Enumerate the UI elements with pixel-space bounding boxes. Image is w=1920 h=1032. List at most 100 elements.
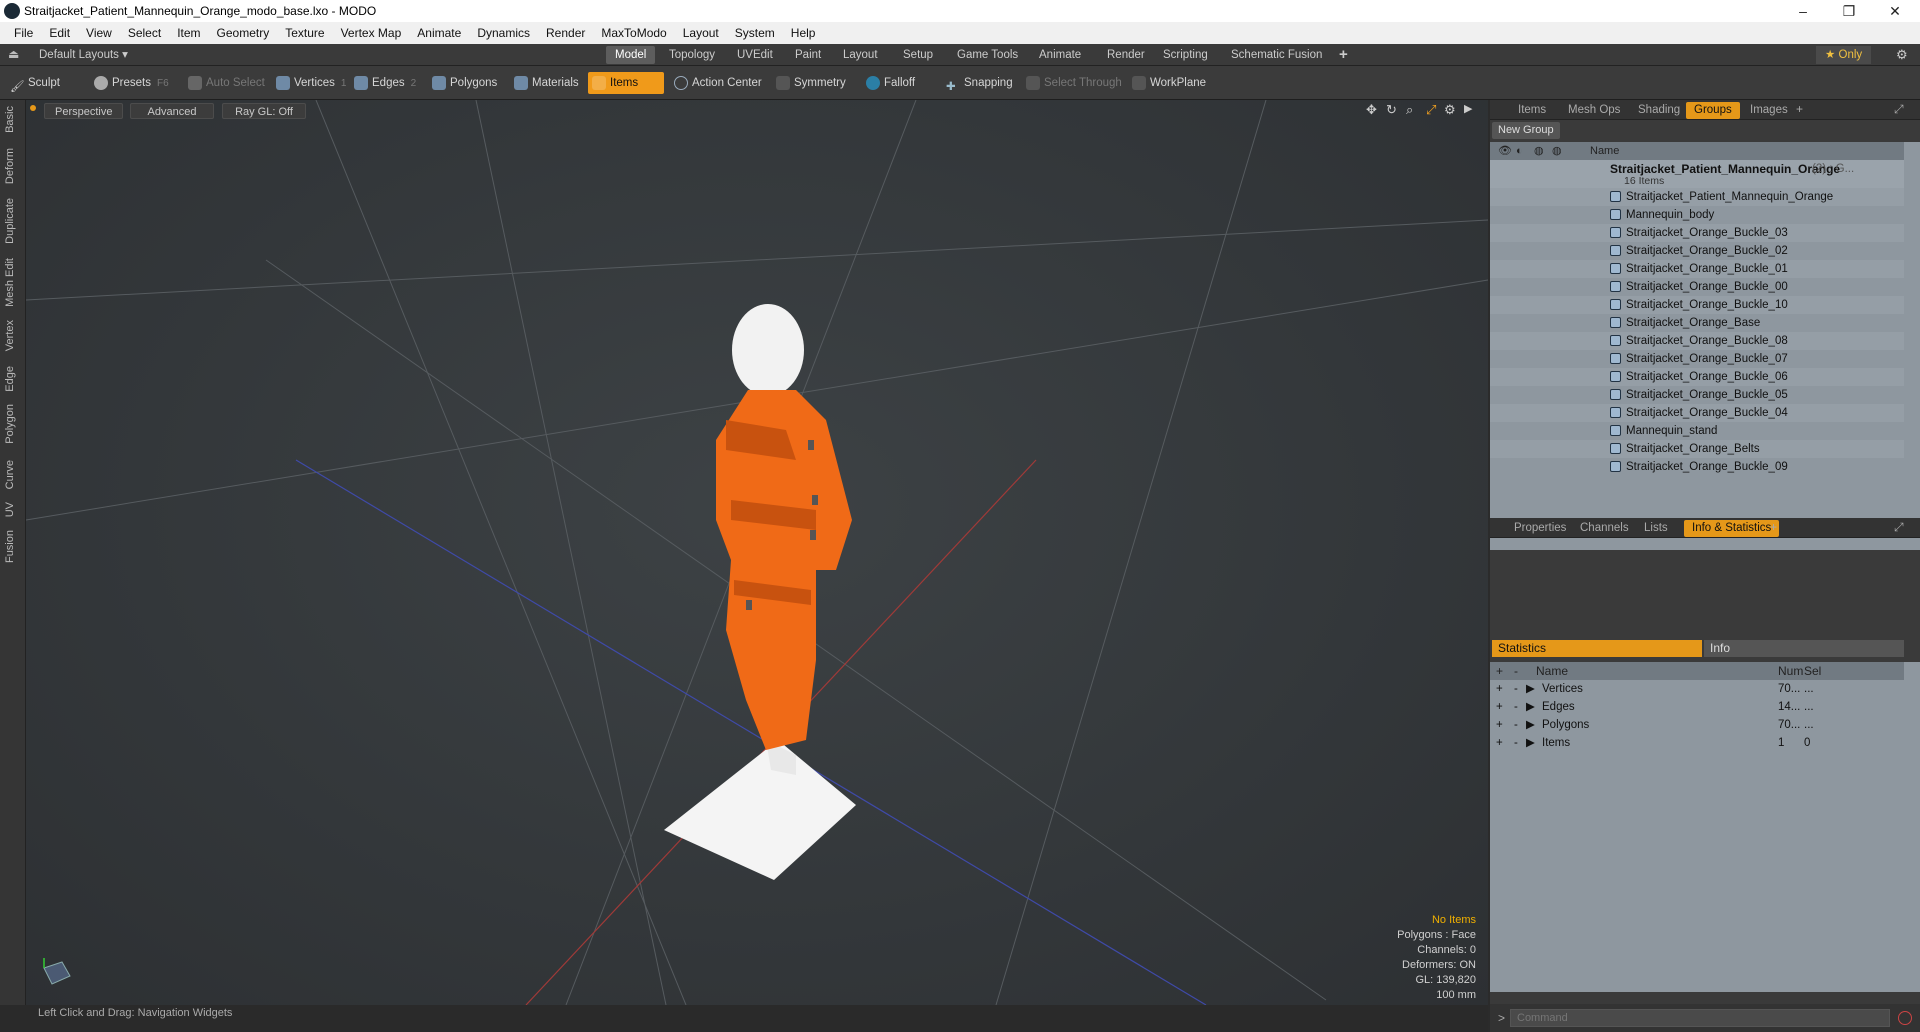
menu-view[interactable]: View xyxy=(78,26,120,40)
menu-geometry[interactable]: Geometry xyxy=(209,26,278,40)
tab-model[interactable]: Model xyxy=(606,46,656,64)
menu-animate[interactable]: Animate xyxy=(409,26,469,40)
collapse-all-icon[interactable]: - xyxy=(1514,662,1518,680)
tab-items[interactable]: Items xyxy=(1510,102,1554,119)
tab-lists[interactable]: Lists xyxy=(1636,520,1676,537)
stats-row[interactable]: + - ▶ Polygons 70...... xyxy=(1490,716,1904,734)
group-item-row[interactable]: Straitjacket_Orange_Buckle_07 xyxy=(1490,350,1904,368)
vtab-duplicate[interactable]: Duplicate xyxy=(4,198,16,244)
tab-topology[interactable]: Topology xyxy=(660,46,724,64)
menu-maxtomodo[interactable]: MaxToModo xyxy=(593,26,674,40)
materials-button[interactable]: Materials xyxy=(510,72,585,94)
tab-mesh-ops[interactable]: Mesh Ops xyxy=(1560,102,1628,119)
tab-images[interactable]: Images xyxy=(1742,102,1796,119)
group-row[interactable]: Straitjacket_Patient_Mannequin_Orange (2… xyxy=(1490,160,1904,188)
stats-disclosure-icon[interactable]: ▶ xyxy=(1526,698,1535,716)
tab-paint[interactable]: Paint xyxy=(786,46,830,64)
expand-all-icon[interactable]: + xyxy=(1496,662,1503,680)
group-item-row[interactable]: Straitjacket_Orange_Buckle_01 xyxy=(1490,260,1904,278)
vtab-mesh-edit[interactable]: Mesh Edit xyxy=(4,258,16,307)
raygl-toggle[interactable]: Ray GL: Off xyxy=(222,103,306,119)
default-layouts-dropdown[interactable]: Default Layouts ▾ xyxy=(30,46,137,64)
stats-expand-icon[interactable]: + xyxy=(1496,680,1503,698)
snapping-button[interactable]: ✚ Snapping xyxy=(942,72,1019,94)
tab-game-tools[interactable]: Game Tools xyxy=(948,46,1027,64)
vtab-vertex[interactable]: Vertex xyxy=(4,320,16,351)
new-group-button[interactable]: New Group xyxy=(1492,122,1560,139)
workplane-button[interactable]: WorkPlane xyxy=(1128,72,1212,94)
stats-expand-icon[interactable]: + xyxy=(1496,698,1503,716)
vtab-edge[interactable]: Edge xyxy=(4,366,16,392)
presets-button[interactable]: Presets F6 xyxy=(90,72,175,94)
tab-channels[interactable]: Channels xyxy=(1572,520,1637,537)
expand-arrow-icon[interactable]: ▶ xyxy=(1464,102,1472,115)
edges-button[interactable]: Edges 2 xyxy=(350,72,422,94)
stats-row[interactable]: + - ▶ Items 1 0 xyxy=(1490,734,1904,752)
tab-properties[interactable]: Properties xyxy=(1506,520,1574,537)
statistics-tab[interactable]: Statistics xyxy=(1492,640,1702,657)
vertices-button[interactable]: Vertices 1 xyxy=(272,72,352,94)
perspective-dropdown[interactable]: Perspective xyxy=(44,103,124,119)
group-item-row[interactable]: Straitjacket_Orange_Buckle_04 xyxy=(1490,404,1904,422)
viewport-menu-icon[interactable] xyxy=(30,105,36,111)
3d-viewport[interactable]: Perspective Advanced Ray GL: Off ✥ ↻ ⌕ ⤢… xyxy=(26,100,1488,1005)
group-item-row[interactable]: Straitjacket_Orange_Buckle_02 xyxy=(1490,242,1904,260)
tab-uvedit[interactable]: UVEdit xyxy=(728,46,782,64)
action-center-button[interactable]: Action Center xyxy=(670,72,768,94)
vtab-polygon[interactable]: Polygon xyxy=(4,404,16,444)
stats-collapse-icon[interactable]: - xyxy=(1514,680,1518,698)
tab-info-statistics[interactable]: Info & Statistics xyxy=(1684,520,1780,537)
sculpt-button[interactable]: 🖌 Sculpt xyxy=(6,72,66,94)
items-button[interactable]: Items xyxy=(588,72,664,94)
move-view-icon[interactable]: ✥ xyxy=(1366,102,1377,118)
zoom-view-icon[interactable]: ⌕ xyxy=(1406,102,1413,118)
group-item-row[interactable]: Straitjacket_Orange_Buckle_03 xyxy=(1490,224,1904,242)
only-toggle[interactable]: ★ Only xyxy=(1816,46,1872,64)
vtab-basic[interactable]: Basic xyxy=(4,106,16,133)
advanced-dropdown[interactable]: Advanced xyxy=(130,103,214,119)
symmetry-button[interactable]: Symmetry xyxy=(772,72,852,94)
tab-setup[interactable]: Setup xyxy=(894,46,942,64)
stats-disclosure-icon[interactable]: ▶ xyxy=(1526,716,1535,734)
panel-expand-icon[interactable]: ⤢ xyxy=(1894,102,1904,117)
bottom-panel-expand-icon[interactable]: ⤢ xyxy=(1894,520,1904,535)
menu-layout[interactable]: Layout xyxy=(675,26,727,40)
record-icon[interactable] xyxy=(1898,1011,1912,1025)
vtab-curve[interactable]: Curve xyxy=(4,460,16,489)
tab-schematic-fusion[interactable]: Schematic Fusion xyxy=(1222,46,1331,64)
group-item-row[interactable]: Straitjacket_Orange_Buckle_05 xyxy=(1490,386,1904,404)
menu-select[interactable]: Select xyxy=(120,26,169,40)
maximize-button[interactable]: ❐ xyxy=(1826,0,1872,22)
stats-row[interactable]: + - ▶ Vertices 70...... xyxy=(1490,680,1904,698)
menu-dynamics[interactable]: Dynamics xyxy=(469,26,538,40)
viewport-settings-icon[interactable]: ⚙ xyxy=(1444,102,1456,118)
tab-groups[interactable]: Groups xyxy=(1686,102,1740,119)
group-item-row[interactable]: Straitjacket_Orange_Buckle_00 xyxy=(1490,278,1904,296)
menu-vertex-map[interactable]: Vertex Map xyxy=(333,26,410,40)
vtab-uv[interactable]: UV xyxy=(4,502,16,517)
minimize-button[interactable]: – xyxy=(1780,0,1826,22)
tab-animate[interactable]: Animate xyxy=(1030,46,1090,64)
select-through-button[interactable]: Select Through xyxy=(1022,72,1128,94)
stats-disclosure-icon[interactable]: ▶ xyxy=(1526,680,1535,698)
menu-edit[interactable]: Edit xyxy=(41,26,78,40)
menu-file[interactable]: File xyxy=(6,26,41,40)
add-bottom-tab-icon[interactable]: + xyxy=(1770,520,1777,534)
group-item-row[interactable]: Mannequin_stand xyxy=(1490,422,1904,440)
tab-shading[interactable]: Shading xyxy=(1630,102,1688,119)
stats-expand-icon[interactable]: + xyxy=(1496,716,1503,734)
close-button[interactable]: ✕ xyxy=(1872,0,1918,22)
group-item-row[interactable]: Straitjacket_Orange_Base xyxy=(1490,314,1904,332)
fit-view-icon[interactable]: ⤢ xyxy=(1426,102,1436,118)
group-item-row[interactable]: Straitjacket_Orange_Buckle_06 xyxy=(1490,368,1904,386)
auto-select-button[interactable]: Auto Select xyxy=(184,72,271,94)
menu-item[interactable]: Item xyxy=(169,26,208,40)
group-item-row[interactable]: Straitjacket_Orange_Belts xyxy=(1490,440,1904,458)
polygons-button[interactable]: Polygons xyxy=(428,72,503,94)
menu-help[interactable]: Help xyxy=(783,26,824,40)
group-item-row[interactable]: Mannequin_body xyxy=(1490,206,1904,224)
stats-collapse-icon[interactable]: - xyxy=(1514,734,1518,752)
stats-disclosure-icon[interactable]: ▶ xyxy=(1526,734,1535,752)
falloff-button[interactable]: Falloff xyxy=(862,72,921,94)
rotate-view-icon[interactable]: ↻ xyxy=(1386,102,1397,118)
